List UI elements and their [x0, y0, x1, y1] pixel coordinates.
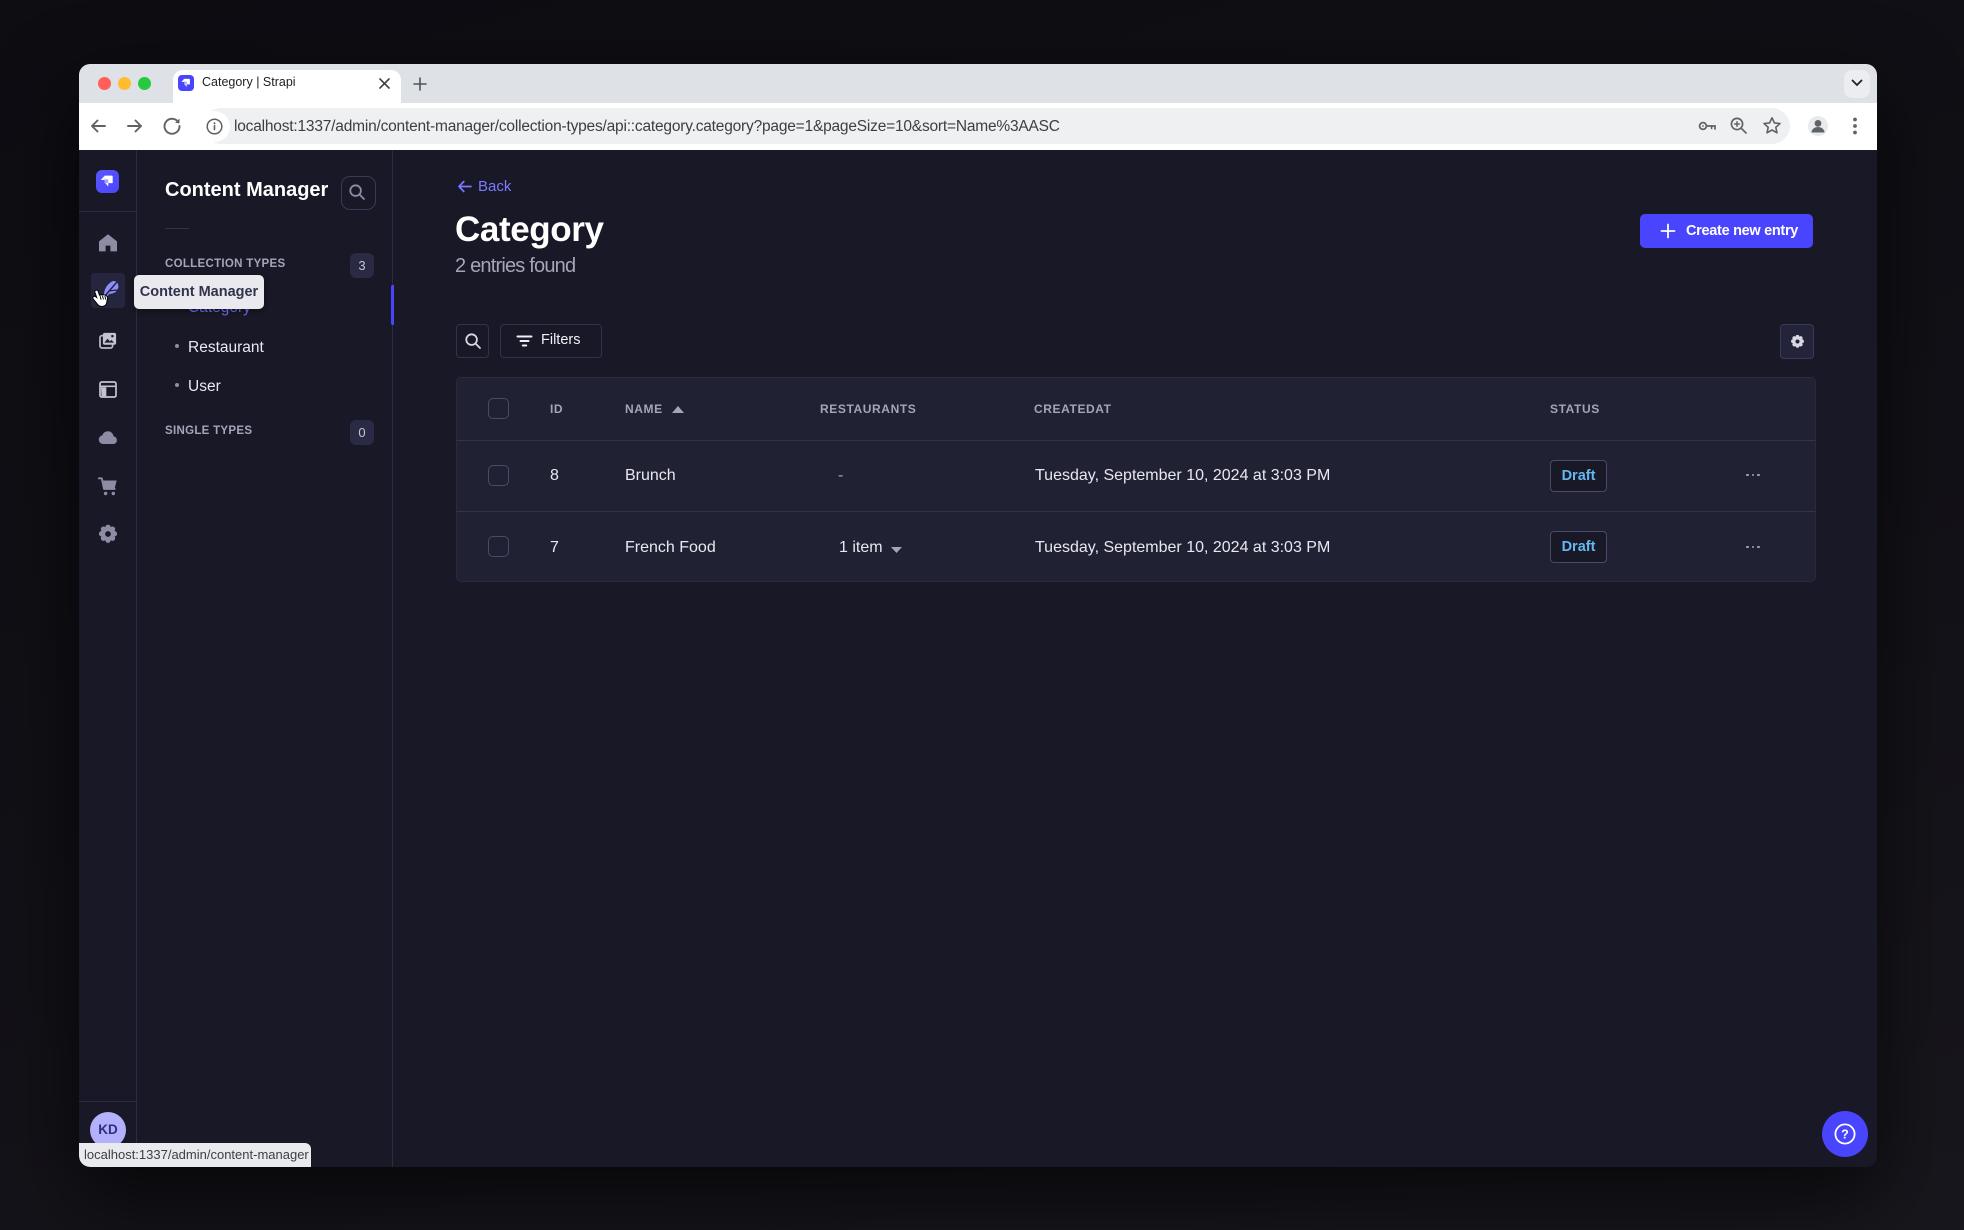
svg-text:?: ?: [1841, 1127, 1849, 1141]
